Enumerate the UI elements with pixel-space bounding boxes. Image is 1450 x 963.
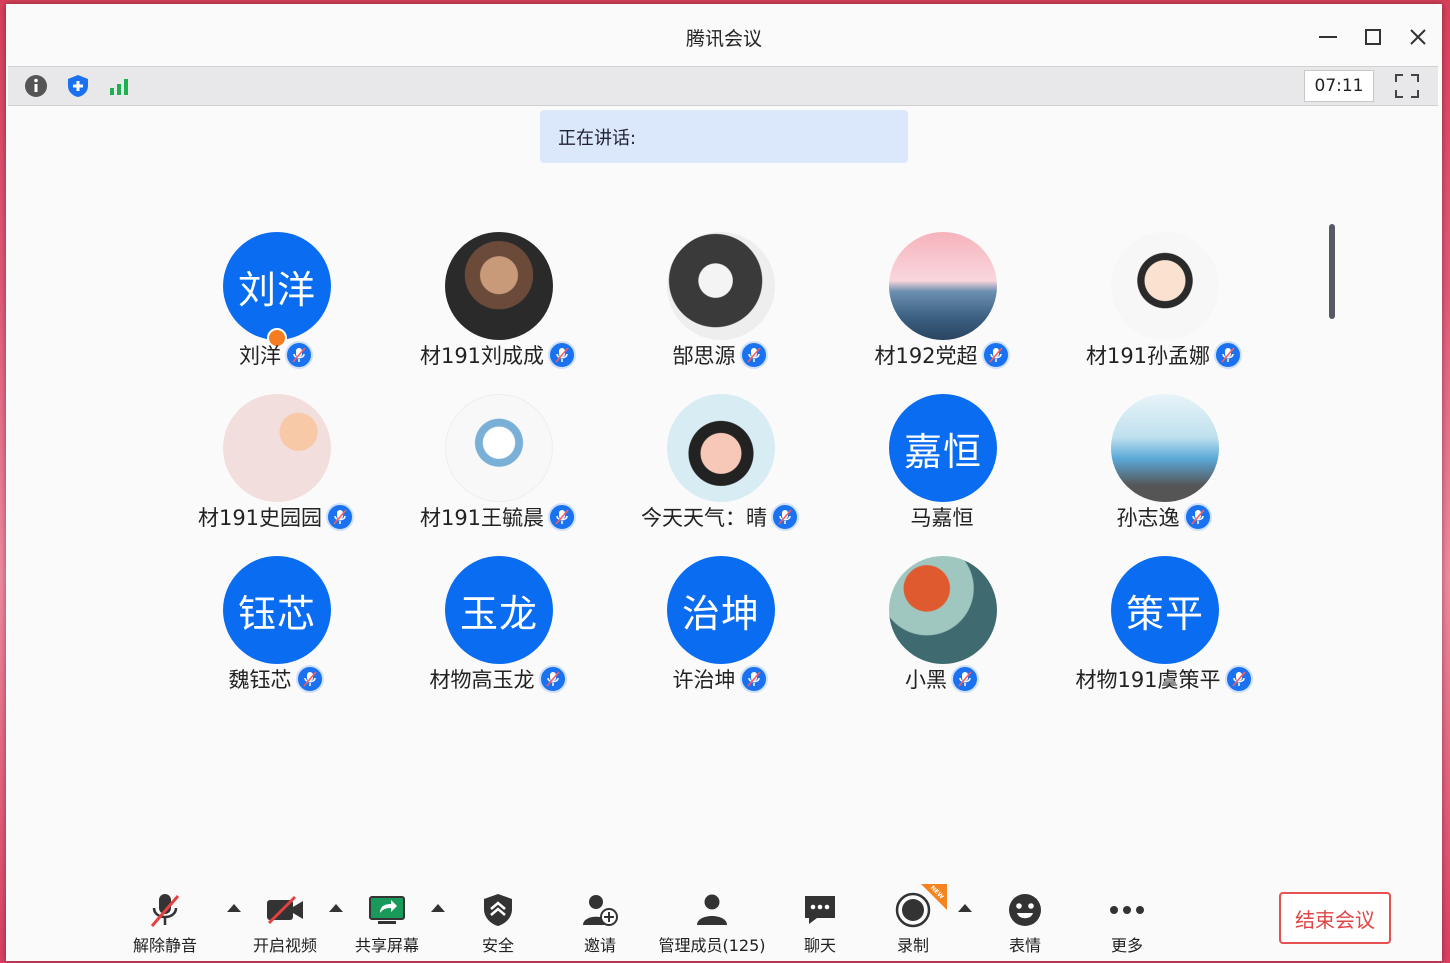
avatar: [1111, 394, 1219, 502]
avatar: [1111, 232, 1219, 340]
member-tile[interactable]: 材191孙孟娜: [1054, 232, 1274, 392]
member-tile[interactable]: 刘洋 刘洋: [166, 232, 386, 392]
member-tile[interactable]: 治坤 许治坤: [610, 556, 830, 716]
member-name: 刘洋: [239, 344, 281, 368]
info-icon[interactable]: [22, 72, 50, 100]
avatar: 刘洋: [223, 232, 331, 340]
muted-mic-icon: [295, 665, 324, 693]
meeting-window: 腾讯会议 07:11 正在讲话: 刘洋 刘洋 材191刘成成 郜思源 材192党…: [6, 4, 1442, 961]
member-tile[interactable]: 今天天气：晴: [610, 394, 830, 554]
member-name: 马嘉恒: [910, 506, 974, 530]
unmute-button[interactable]: 解除静音: [110, 890, 220, 956]
muted-mic-icon: [981, 341, 1010, 369]
record-button[interactable]: NEW 录制: [858, 884, 968, 956]
muted-mic-icon: [739, 341, 768, 369]
muted-mic-icon: [143, 890, 187, 930]
member-tile[interactable]: 钰芯 魏钰芯: [166, 556, 386, 716]
avatar: [445, 394, 553, 502]
more-button[interactable]: 更多: [1072, 890, 1182, 956]
reactions-button[interactable]: 表情: [970, 890, 1080, 956]
add-user-icon: [578, 890, 622, 930]
muted-mic-icon: [951, 665, 979, 693]
video-off-icon: [263, 890, 307, 930]
avatar: [223, 394, 331, 502]
end-meeting-button[interactable]: 结束会议: [1279, 892, 1391, 944]
muted-mic-icon: [285, 341, 313, 369]
member-name: 孙志逸: [1116, 506, 1180, 530]
member-tile[interactable]: 孙志逸: [1054, 394, 1274, 554]
chat-icon: [798, 890, 842, 930]
share-screen-button[interactable]: 共享屏幕: [332, 890, 442, 956]
member-name: 许治坤: [672, 668, 736, 692]
fullscreen-icon[interactable]: [1394, 73, 1420, 99]
member-tile[interactable]: 材192党超: [832, 232, 1052, 392]
maximize-button[interactable]: [1358, 22, 1388, 52]
shield-icon: [476, 890, 520, 930]
speaking-label: 正在讲话:: [558, 127, 637, 149]
bottom-toolbar: 解除静音 开启视频 共享屏幕 安全 邀请 管理成员(125) 聊天 NEW 录制…: [6, 884, 1442, 961]
member-tile[interactable]: 郜思源: [610, 232, 830, 392]
invite-button[interactable]: 邀请: [545, 890, 655, 956]
avatar: [667, 232, 775, 340]
member-name: 小黑: [905, 668, 947, 692]
shield-icon[interactable]: [64, 72, 92, 100]
record-icon: NEW: [891, 884, 947, 930]
member-tile[interactable]: 材191王毓晨: [388, 394, 608, 554]
avatar: [445, 232, 553, 340]
muted-mic-icon: [1183, 503, 1212, 531]
close-button[interactable]: [1403, 22, 1433, 52]
meeting-timer: 07:11: [1304, 70, 1374, 102]
avatar: 治坤: [667, 556, 775, 664]
smiley-icon: [1003, 890, 1047, 930]
muted-mic-icon: [326, 503, 355, 531]
member-name: 材物高玉龙: [429, 668, 535, 692]
share-screen-icon: [365, 890, 409, 930]
start-video-button[interactable]: 开启视频: [230, 890, 340, 956]
member-tile[interactable]: 材191刘成成: [388, 232, 608, 392]
avatar: [667, 394, 775, 502]
member-name: 材191刘成成: [419, 344, 545, 368]
avatar: [889, 556, 997, 664]
muted-mic-icon: [771, 503, 799, 531]
muted-mic-icon: [548, 341, 577, 369]
muted-mic-icon: [1224, 665, 1253, 693]
signal-icon[interactable]: [106, 72, 134, 100]
avatar: 玉龙: [445, 556, 553, 664]
muted-mic-icon: [548, 503, 577, 531]
security-button[interactable]: 安全: [443, 890, 553, 956]
member-name: 材物191虞策平: [1075, 668, 1221, 692]
muted-mic-icon: [1214, 341, 1243, 369]
info-bar: 07:11: [8, 66, 1438, 106]
member-tile[interactable]: 材191史园园: [166, 394, 386, 554]
member-tile[interactable]: 嘉恒 马嘉恒: [832, 394, 1052, 554]
muted-mic-icon: [538, 665, 567, 693]
window-title: 腾讯会议: [685, 28, 762, 50]
avatar: [889, 232, 997, 340]
avatar: 钰芯: [223, 556, 331, 664]
member-name: 材192党超: [874, 344, 978, 368]
members-icon: [690, 890, 734, 930]
member-name: 郜思源: [672, 344, 736, 368]
minimize-button[interactable]: [1313, 22, 1343, 52]
title-bar: 腾讯会议: [6, 4, 1442, 64]
more-icon: [1105, 890, 1149, 930]
member-tile[interactable]: 玉龙 材物高玉龙: [388, 556, 608, 716]
scrollbar[interactable]: [1329, 224, 1335, 319]
member-tile[interactable]: 小黑: [832, 556, 1052, 716]
muted-mic-icon: [739, 665, 768, 693]
avatar: 策平: [1111, 556, 1219, 664]
member-name: 魏钰芯: [228, 668, 292, 692]
member-name: 材191王毓晨: [419, 506, 545, 530]
avatar: 嘉恒: [889, 394, 997, 502]
speaking-indicator: 正在讲话:: [540, 110, 908, 163]
member-tile[interactable]: 策平 材物191虞策平: [1054, 556, 1274, 716]
manage-members-button[interactable]: 管理成员(125): [657, 890, 767, 956]
member-name: 今天天气：晴: [641, 506, 767, 530]
member-name: 材191孙孟娜: [1085, 344, 1211, 368]
member-name: 材191史园园: [197, 506, 323, 530]
